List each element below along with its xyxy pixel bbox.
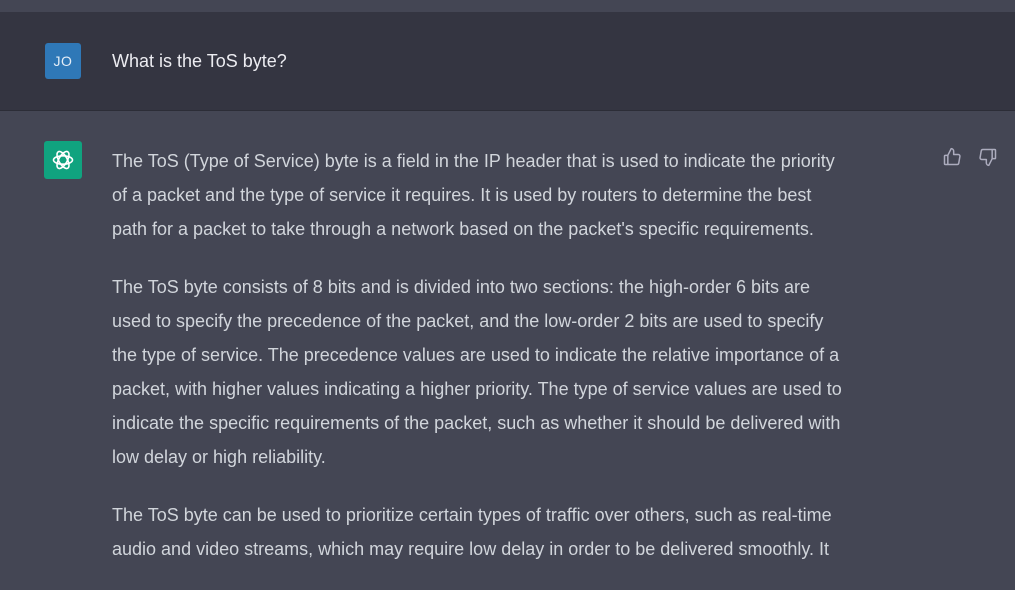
- assistant-message-text: The ToS (Type of Service) byte is a fiel…: [112, 144, 927, 590]
- text-line: The ToS byte can be used to prioritize c…: [112, 505, 832, 525]
- thumbs-up-icon: [943, 147, 961, 166]
- feedback-buttons: [940, 145, 1000, 169]
- user-message-text: What is the ToS byte?: [112, 51, 287, 71]
- text-line: path for a packet to take through a netw…: [112, 219, 814, 239]
- text-line: indicate the specific requirements of th…: [112, 413, 841, 433]
- paragraph-1: The ToS (Type of Service) byte is a fiel…: [112, 144, 927, 246]
- paragraph-2: The ToS byte consists of 8 bits and is d…: [112, 270, 927, 474]
- thumbs-down-icon: [979, 148, 997, 167]
- user-message-row: JO What is the ToS byte?: [0, 12, 1015, 111]
- text-line: of a packet and the type of service it r…: [112, 185, 812, 205]
- thumbs-up-button[interactable]: [940, 145, 964, 169]
- paragraph-3: The ToS byte can be used to prioritize c…: [112, 498, 927, 566]
- text-line: used to specify the precedence of the pa…: [112, 311, 824, 331]
- text-line: audio and video streams, which may requi…: [112, 539, 830, 559]
- user-avatar: JO: [45, 43, 81, 79]
- text-line: The ToS byte consists of 8 bits and is d…: [112, 277, 811, 297]
- openai-logo-icon: [44, 141, 82, 179]
- text-line: the type of service. The precedence valu…: [112, 345, 840, 365]
- assistant-message-row: The ToS (Type of Service) byte is a fiel…: [0, 111, 1015, 587]
- thumbs-down-button[interactable]: [976, 145, 1000, 169]
- text-line: packet, with higher values indicating a …: [112, 379, 842, 399]
- text-line: low delay or high reliability.: [112, 447, 326, 467]
- text-line: The ToS (Type of Service) byte is a fiel…: [112, 151, 835, 171]
- openai-logo-svg: [52, 150, 74, 170]
- top-strip: [0, 0, 1015, 12]
